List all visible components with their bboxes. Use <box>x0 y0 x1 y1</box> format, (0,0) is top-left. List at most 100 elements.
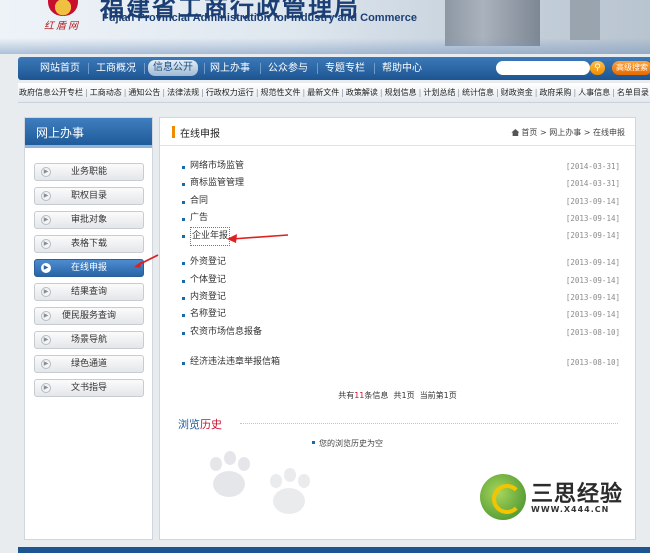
list-item-title[interactable]: 经济违法违章举报信箱 <box>190 354 280 371</box>
subnav-item[interactable]: 规范性文件 <box>260 83 302 102</box>
subnav-item[interactable]: 工商动态 <box>89 83 123 102</box>
sidebar-item-result-query[interactable]: ▶ 结果查询 <box>34 283 144 301</box>
chevron-right-icon: ▶ <box>41 191 51 201</box>
home-icon <box>511 129 520 136</box>
footer-strip <box>18 547 650 553</box>
nav-info-public[interactable]: 信息公开 <box>148 60 198 76</box>
list-item-title[interactable]: 内资登记 <box>190 289 226 306</box>
bullet-icon <box>182 297 185 301</box>
subnav-item[interactable]: 最新文件 <box>306 83 340 102</box>
subnav-item[interactable]: 法律法规 <box>166 83 200 102</box>
list-item[interactable]: 经济违法违章举报信箱 [2013-08-10] <box>180 354 620 371</box>
pager-total-suffix: 条信息 <box>364 391 389 400</box>
list-item-title[interactable]: 名称登记 <box>190 306 226 323</box>
sub-nav: 政府信息公开专栏 | 工商动态 | 通知公告 | 法律法规 | 行政权力运行 | 规范性文件 | 最新文… <box>18 83 650 103</box>
divider <box>240 423 618 424</box>
advanced-search-button[interactable]: 高级搜索 <box>612 61 650 75</box>
subnav-item[interactable]: 统计信息 <box>461 83 495 102</box>
list-item[interactable]: 商标监管管理 [2014-03-31] <box>180 175 620 192</box>
list-item[interactable]: 广告 [2013-09-14] <box>180 210 620 227</box>
subnav-item[interactable]: 计划总结 <box>422 83 456 102</box>
sidebar-item-label: 业务职能 <box>70 167 107 177</box>
nav-online-service[interactable]: 网上办事 <box>210 61 250 76</box>
list-item-title[interactable]: 广告 <box>190 210 208 227</box>
list-item-title[interactable]: 合同 <box>190 193 208 210</box>
sidebar-item-label: 文书指导 <box>70 383 107 393</box>
list-item-date: [2013-09-14] <box>565 213 620 223</box>
nav-special-topics[interactable]: 专题专栏 <box>325 61 365 76</box>
list-item-date: [2013-09-14] <box>565 196 620 206</box>
search-input[interactable] <box>496 61 590 75</box>
list-item[interactable]: 个体登记 [2013-09-14] <box>180 272 620 289</box>
search-icon[interactable]: ⚲ <box>590 61 605 75</box>
subnav-item[interactable]: 政策解读 <box>345 83 379 102</box>
paw-print-icon <box>210 451 310 514</box>
nav-overview[interactable]: 工商概况 <box>96 61 136 76</box>
nav-separator <box>374 63 375 74</box>
list-item-title[interactable]: 农资市场信息报备 <box>190 324 262 341</box>
chevron-right-icon: ▶ <box>41 167 51 177</box>
pager-total-prefix: 共有 <box>338 391 355 400</box>
watermark-url: WWW.X444.CN <box>531 505 610 514</box>
main-nav: 网站首页 工商概况 信息公开 网上办事 公众参与 专题专栏 帮助中心 ⚲ 高级搜… <box>18 57 650 80</box>
sidebar-item-label: 便民服务查询 <box>61 311 116 321</box>
list-item[interactable]: 农资市场信息报备 [2013-08-10] <box>180 324 620 341</box>
watermark-text: 三思经验 <box>531 482 624 507</box>
list-item-title[interactable]: 外资登记 <box>190 254 226 271</box>
list-item[interactable]: 网络市场监管 [2014-03-31] <box>180 158 620 175</box>
sidebar-item-approval-targets[interactable]: ▶ 审批对象 <box>34 211 144 229</box>
bullet-icon <box>312 441 315 444</box>
list-item[interactable]: 合同 [2013-09-14] <box>180 193 620 210</box>
list-item[interactable]: 外资登记 [2013-09-14] <box>180 254 620 271</box>
nav-separator <box>88 63 89 74</box>
main-header: 在线申报 首页 > 网上办事 > 在线申报 <box>160 118 635 146</box>
sidebar-item-scene-navigation[interactable]: ▶ 场景导航 <box>34 331 144 349</box>
sidebar-title: 网上办事 <box>25 118 152 148</box>
title-accent-bar <box>172 126 175 138</box>
list-item-date: [2013-09-14] <box>565 293 620 303</box>
subnav-item[interactable]: 政府信息公开专栏 <box>18 83 84 102</box>
list-item-date: [2013-08-10] <box>565 357 620 367</box>
watermark: 三思经验 WWW.X444.CN <box>473 469 633 527</box>
list-gap <box>180 341 620 354</box>
chevron-right-icon: ▶ <box>41 287 51 297</box>
list-item[interactable]: 名称登记 [2013-09-14] <box>180 306 620 323</box>
sidebar-menu: ▶ 业务职能 ▶ 职权目录 ▶ 审批对象 ▶ 表格下载 ▶ 在线申报 ▶ 结果查询 ▶ 便民服… <box>25 148 152 397</box>
list-item-title[interactable]: 商标监管管理 <box>190 175 244 192</box>
nav-public-participation[interactable]: 公众参与 <box>268 61 308 76</box>
sidebar-item-business-functions[interactable]: ▶ 业务职能 <box>34 163 144 181</box>
history-title-a: 浏览 <box>178 418 200 431</box>
sidebar-item-label: 审批对象 <box>70 215 107 225</box>
list-item-title[interactable]: 个体登记 <box>190 272 226 289</box>
list-item-title[interactable]: 网络市场监管 <box>190 158 244 175</box>
subnav-item[interactable]: 通知公告 <box>127 83 161 102</box>
emblem-icon <box>48 0 78 16</box>
breadcrumb-level1[interactable]: 网上办事 <box>549 128 581 137</box>
nav-separator <box>317 63 318 74</box>
pager-total-count: 11 <box>354 391 365 400</box>
sidebar-item-label: 在线申报 <box>70 263 107 273</box>
chevron-right-icon: ▶ <box>41 215 51 225</box>
sidebar-item-online-filing[interactable]: ▶ 在线申报 <box>34 259 144 277</box>
sidebar-item-label: 场景导航 <box>70 335 107 345</box>
bullet-icon <box>182 166 185 169</box>
subnav-item[interactable]: 财政资金 <box>500 83 534 102</box>
subnav-item[interactable]: 规划信息 <box>384 83 418 102</box>
sidebar-item-authority-catalog[interactable]: ▶ 职权目录 <box>34 187 144 205</box>
site-title-en: Fujian Provincial Administration for Ind… <box>102 12 417 24</box>
list-item[interactable]: 内资登记 [2013-09-14] <box>180 289 620 306</box>
subnav-item[interactable]: 人事信息 <box>577 83 611 102</box>
sidebar-item-form-download[interactable]: ▶ 表格下载 <box>34 235 144 253</box>
bullet-icon <box>182 279 185 283</box>
sidebar-item-green-channel[interactable]: ▶ 绿色通道 <box>34 355 144 373</box>
nav-home[interactable]: 网站首页 <box>40 61 80 76</box>
sidebar-item-document-guide[interactable]: ▶ 文书指导 <box>34 379 144 397</box>
subnav-item[interactable]: 名单目录 <box>616 83 650 102</box>
subnav-item[interactable]: 行政权力运行 <box>205 83 255 102</box>
nav-help-center[interactable]: 帮助中心 <box>382 61 422 76</box>
sidebar-item-public-service-query[interactable]: ▶ 便民服务查询 <box>34 307 144 325</box>
subnav-item[interactable]: 政府采购 <box>538 83 572 102</box>
nav-separator <box>144 63 145 74</box>
breadcrumb-home[interactable]: 首页 <box>521 128 537 137</box>
nav-separator <box>260 63 261 74</box>
